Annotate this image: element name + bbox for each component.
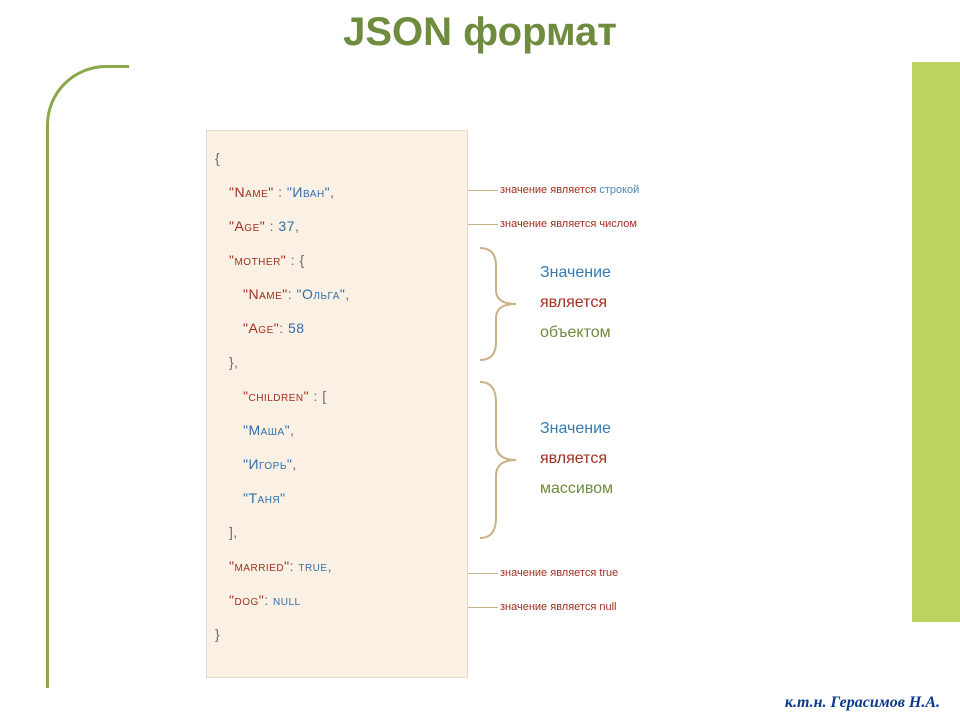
annotation-string: значение является строкой (500, 184, 639, 196)
code-line-children-close: ], (215, 515, 459, 549)
annotation-true: значение является true (500, 567, 618, 579)
code-line-age: "Age" : 37, (215, 209, 459, 243)
code-line-open: { (215, 141, 459, 175)
right-accent-panel (912, 62, 960, 622)
brace-object-icon (478, 246, 520, 362)
code-line-child2: "Игорь", (215, 447, 459, 481)
code-line-dog: "dog": null (215, 583, 459, 617)
code-line-mother-key: "mother" : { (215, 243, 459, 277)
code-line-child1: "Маша", (215, 413, 459, 447)
code-line-child3: "Таня" (215, 481, 459, 515)
annotation-object: Значение является объектом (540, 258, 611, 348)
code-line-mother-age: "Age": 58 (215, 311, 459, 345)
slide-title: JSON формат (0, 10, 960, 55)
code-line-name: "Name" : "Иван", (215, 175, 459, 209)
footer-author: к.т.н. Герасимов Н.А. (785, 694, 940, 712)
connector-line (468, 224, 498, 225)
json-code-panel: { "Name" : "Иван", "Age" : 37, "mother" … (206, 130, 468, 678)
code-line-close: } (215, 617, 459, 651)
code-line-mother-close: }, (215, 345, 459, 379)
annotation-array: Значение является массивом (540, 414, 613, 504)
slide: JSON формат { "Name" : "Иван", "Age" : 3… (0, 0, 960, 720)
annotation-number: значение является числом (500, 218, 637, 230)
connector-line (468, 190, 498, 191)
code-line-children-key: "children" : [ (215, 379, 459, 413)
code-line-mother-name: "Name": "Ольга", (215, 277, 459, 311)
left-corner-decoration (46, 65, 129, 688)
connector-line (468, 573, 498, 574)
connector-line (468, 607, 498, 608)
code-line-married: "married": true, (215, 549, 459, 583)
brace-array-icon (478, 380, 520, 540)
annotation-null: значение является null (500, 601, 616, 613)
